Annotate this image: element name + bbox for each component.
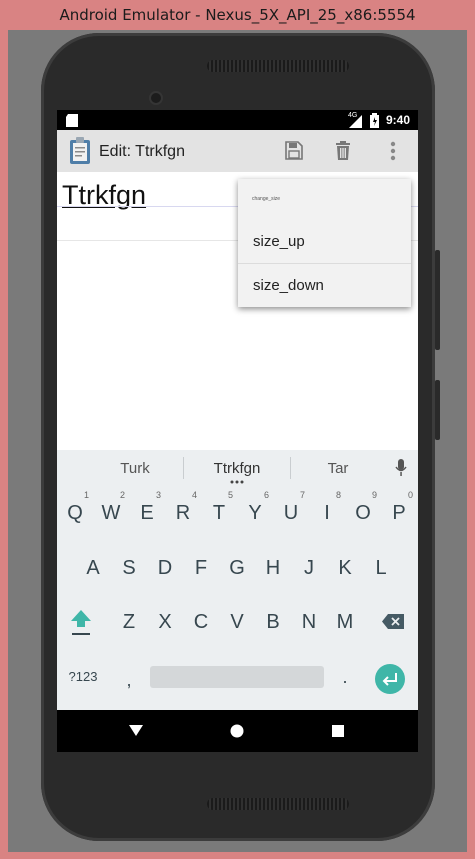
key-d[interactable]: D	[147, 548, 183, 588]
space-key[interactable]	[150, 666, 324, 688]
suggestion-center[interactable]: Ttrkfgn	[187, 460, 287, 477]
key-w[interactable]: 2W	[93, 490, 129, 533]
popup-header: change_size	[252, 196, 281, 202]
key-n[interactable]: N	[291, 602, 327, 642]
backspace-key[interactable]	[375, 602, 411, 642]
front-camera	[151, 93, 161, 103]
overflow-menu-icon[interactable]	[390, 141, 396, 161]
key-q[interactable]: 1Q	[57, 490, 93, 533]
app-bar-title: Edit: Ttrkfgn	[99, 143, 185, 160]
backspace-icon	[382, 614, 404, 629]
device-screen: 4G 9:40 Edit: Ttrkfgn Ttrkfgn change_siz…	[57, 110, 418, 752]
key-k[interactable]: K	[327, 548, 363, 588]
suggestion-right[interactable]: Tar	[288, 460, 388, 477]
key-i[interactable]: 8I	[309, 490, 345, 533]
key-o[interactable]: 9O	[345, 490, 381, 533]
key-z[interactable]: Z	[111, 602, 147, 642]
shift-key[interactable]	[63, 602, 99, 642]
key-s[interactable]: S	[111, 548, 147, 588]
clock: 9:40	[385, 113, 410, 127]
enter-arrow-icon	[382, 673, 397, 686]
key-v[interactable]: V	[219, 602, 255, 642]
key-r[interactable]: 4R	[165, 490, 201, 533]
key-a[interactable]: A	[75, 548, 111, 588]
period-key[interactable]: .	[327, 657, 363, 697]
clipboard-icon	[70, 137, 90, 164]
key-u[interactable]: 7U	[273, 490, 309, 533]
key-y[interactable]: 6Y	[237, 490, 273, 533]
comma-key[interactable]: ,	[111, 660, 147, 700]
change-size-popup-menu: change_size size_up size_down	[238, 179, 411, 307]
recents-icon[interactable]	[332, 725, 344, 737]
volume-button[interactable]	[435, 250, 440, 350]
battery-icon	[370, 113, 379, 128]
emulator-window-title: Android Emulator - Nexus_5X_API_25_x86:5…	[59, 6, 416, 24]
menu-item-size-down[interactable]: size_down	[238, 264, 411, 307]
key-p[interactable]: 0P	[381, 490, 417, 533]
key-e[interactable]: 3E	[129, 490, 165, 533]
suggestion-strip: Turk Ttrkfgn Tar	[57, 450, 418, 486]
shift-icon	[71, 610, 91, 635]
key-j[interactable]: J	[291, 548, 327, 588]
suggestion-divider	[183, 457, 184, 479]
bottom-speaker	[207, 798, 349, 810]
top-speaker	[207, 60, 349, 72]
more-suggestions-icon[interactable]	[230, 480, 244, 484]
power-button[interactable]	[435, 380, 440, 440]
key-f[interactable]: F	[183, 548, 219, 588]
suggestion-left[interactable]: Turk	[85, 460, 185, 477]
signal-icon	[349, 115, 362, 128]
back-icon[interactable]	[129, 725, 143, 736]
key-g[interactable]: G	[219, 548, 255, 588]
sd-card-icon	[66, 114, 78, 127]
enter-key[interactable]	[375, 664, 405, 694]
key-t[interactable]: 5T	[201, 490, 237, 533]
save-icon[interactable]	[285, 141, 303, 160]
key-x[interactable]: X	[147, 602, 183, 642]
status-bar: 4G 9:40	[57, 110, 418, 130]
key-c[interactable]: C	[183, 602, 219, 642]
key-l[interactable]: L	[363, 548, 399, 588]
key-h[interactable]: H	[255, 548, 291, 588]
navigation-bar	[57, 710, 418, 752]
home-icon[interactable]	[230, 724, 244, 738]
key-m[interactable]: M	[327, 602, 363, 642]
app-bar: Edit: Ttrkfgn	[57, 130, 418, 172]
delete-icon[interactable]	[335, 141, 351, 160]
key-b[interactable]: B	[255, 602, 291, 642]
microphone-icon[interactable]	[395, 459, 407, 477]
soft-keyboard: Turk Ttrkfgn Tar 1Q 2W 3E 4R 5T 6Y 7U 8I…	[57, 450, 418, 710]
menu-item-size-up[interactable]: size_up	[238, 220, 411, 263]
symbols-key[interactable]: ?123	[63, 657, 103, 697]
